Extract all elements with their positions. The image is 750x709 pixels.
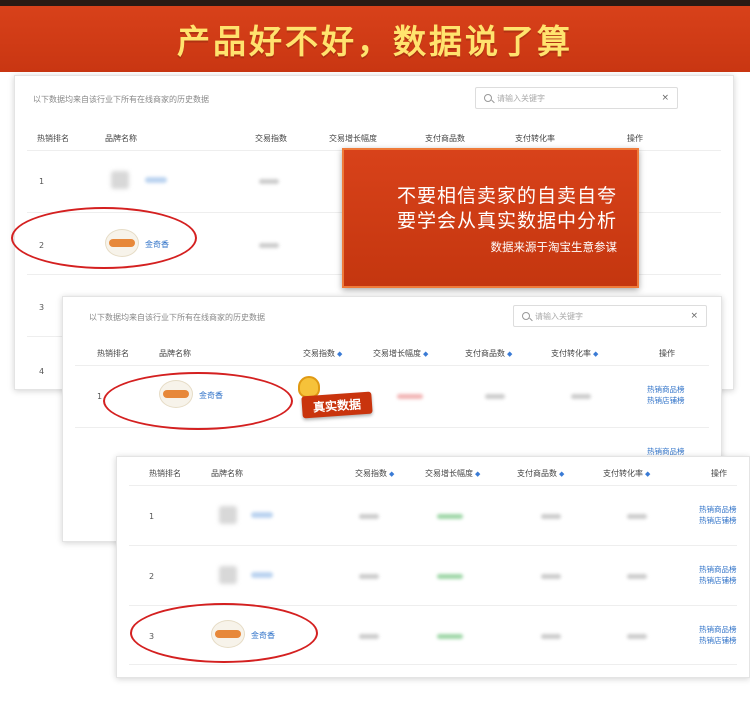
ops-links: 热销商品榜 热销店铺榜 (699, 564, 737, 586)
col-brand: 品牌名称 (211, 469, 243, 478)
data-note: 以下数据均来自该行业下所有在线商家的历史数据 (33, 95, 209, 104)
conversion-blurred (627, 634, 647, 639)
hot-products-link[interactable]: 热销商品榜 (647, 384, 685, 395)
hot-stores-link[interactable]: 热销店铺榜 (699, 575, 737, 586)
brand-name-blurred (145, 177, 167, 183)
growth-blurred (437, 574, 463, 579)
trade-index-blurred (259, 243, 279, 248)
ops-links: 热销商品榜 热销店铺榜 (699, 504, 737, 526)
callout-line-2: 要学会从真实数据中分析 (396, 210, 617, 232)
table-header: 热销排名 品牌名称 交易指数 交易增长幅度 支付商品数 支付转化率 操作 (15, 128, 733, 150)
callout-source: 数据来源于淘宝生意参谋 (490, 240, 618, 254)
table-header: 热销排名 品牌名称 交易指数 ◆ 交易增长幅度 ◆ 支付商品数 ◆ 支付转化率 ◆ 操作 (63, 343, 721, 365)
brand-name-blurred (251, 512, 273, 518)
col-brand: 品牌名称 (105, 134, 137, 143)
brand-name-blurred (251, 572, 273, 578)
banner-title: 产品好不好，数据说了算 (177, 22, 573, 61)
search-icon (522, 312, 530, 320)
items-blurred (485, 394, 505, 399)
search-input[interactable]: 请输入关键字 × (475, 87, 678, 109)
rank-number: 1 (39, 177, 45, 186)
callout-box: 不要相信卖家的自卖自夸 要学会从真实数据中分析 数据来源于淘宝生意参谋 (342, 148, 639, 288)
stamp-body: 真实数据 (301, 391, 373, 419)
col-items[interactable]: 支付商品数 (425, 133, 465, 144)
col-items[interactable]: 支付商品数 ◆ (465, 348, 512, 359)
col-growth[interactable]: 交易增长幅度 ◆ (425, 468, 480, 479)
hot-products-link[interactable]: 热销商品榜 (699, 504, 737, 515)
col-trade-index[interactable]: 交易指数 ◆ (303, 348, 342, 359)
trade-index-blurred (259, 179, 279, 184)
stamp-label: 真实数据 (312, 396, 362, 415)
col-items[interactable]: 支付商品数 ◆ (517, 468, 564, 479)
clear-icon[interactable]: × (661, 93, 669, 103)
conversion-blurred (627, 514, 647, 519)
conversion-blurred (571, 394, 591, 399)
header-banner: 产品好不好，数据说了算 (0, 6, 750, 72)
growth-blurred (437, 634, 463, 639)
data-note: 以下数据均来自该行业下所有在线商家的历史数据 (89, 313, 265, 322)
search-placeholder: 请输入关键字 (497, 93, 545, 103)
clear-icon[interactable]: × (690, 311, 698, 321)
growth-blurred (397, 394, 423, 399)
items-blurred (541, 514, 561, 519)
col-rank: 热销排名 (37, 134, 69, 143)
trade-index-blurred (359, 634, 379, 639)
col-conversion[interactable]: 支付转化率 ◆ (551, 348, 598, 359)
table-row: 1 热销商品榜 热销店铺榜 (129, 485, 737, 545)
col-growth[interactable]: 交易增长幅度 ◆ (373, 348, 428, 359)
trade-index-blurred (359, 574, 379, 579)
search-input[interactable]: 请输入关键字 × (513, 305, 707, 327)
brand-logo-blurred (219, 566, 237, 584)
hot-stores-link[interactable]: 热销店铺榜 (699, 635, 737, 646)
hot-stores-link[interactable]: 热销店铺榜 (647, 395, 685, 406)
col-ops: 操作 (659, 349, 675, 358)
col-ops: 操作 (711, 469, 727, 478)
brand-logo-blurred (219, 506, 237, 524)
growth-blurred (437, 514, 463, 519)
col-trade-index[interactable]: 交易指数 ◆ (355, 468, 394, 479)
col-brand: 品牌名称 (159, 349, 191, 358)
col-rank: 热销排名 (149, 469, 181, 478)
ops-links: 热销商品榜 热销店铺榜 (647, 384, 685, 406)
highlight-ellipse (103, 372, 293, 430)
ops-links: 热销商品榜 热销店铺榜 (699, 624, 737, 646)
table-header: 热销排名 品牌名称 交易指数 ◆ 交易增长幅度 ◆ 支付商品数 ◆ 支付转化率 ◆ 操作 (117, 463, 749, 485)
trade-index-blurred (359, 514, 379, 519)
hot-stores-link[interactable]: 热销店铺榜 (699, 515, 737, 526)
col-conversion[interactable]: 支付转化率 (515, 133, 555, 144)
rank-number: 2 (149, 572, 155, 581)
items-blurred (541, 574, 561, 579)
rank-number: 1 (97, 392, 103, 401)
items-blurred (541, 634, 561, 639)
col-growth[interactable]: 交易增长幅度 (329, 133, 377, 144)
rank-number: 3 (39, 303, 45, 312)
search-icon (484, 94, 492, 102)
highlight-ellipse (11, 207, 197, 269)
hot-products-link[interactable]: 热销商品榜 (699, 624, 737, 635)
conversion-blurred (627, 574, 647, 579)
table-row: 2 热销商品榜 热销店铺榜 (129, 545, 737, 605)
col-conversion[interactable]: 支付转化率 ◆ (603, 468, 650, 479)
search-placeholder: 请输入关键字 (535, 311, 583, 321)
col-rank: 热销排名 (97, 349, 129, 358)
highlight-ellipse (130, 603, 318, 663)
hot-products-link[interactable]: 热销商品榜 (699, 564, 737, 575)
rank-number: 1 (149, 512, 155, 521)
col-ops: 操作 (627, 134, 643, 143)
col-trade-index[interactable]: 交易指数 (255, 133, 287, 144)
real-data-stamp: 真实数据 (298, 376, 374, 419)
callout-line-1: 不要相信卖家的自卖自夸 (396, 185, 617, 207)
rank-number: 4 (39, 367, 45, 376)
brand-logo-blurred (111, 171, 129, 189)
